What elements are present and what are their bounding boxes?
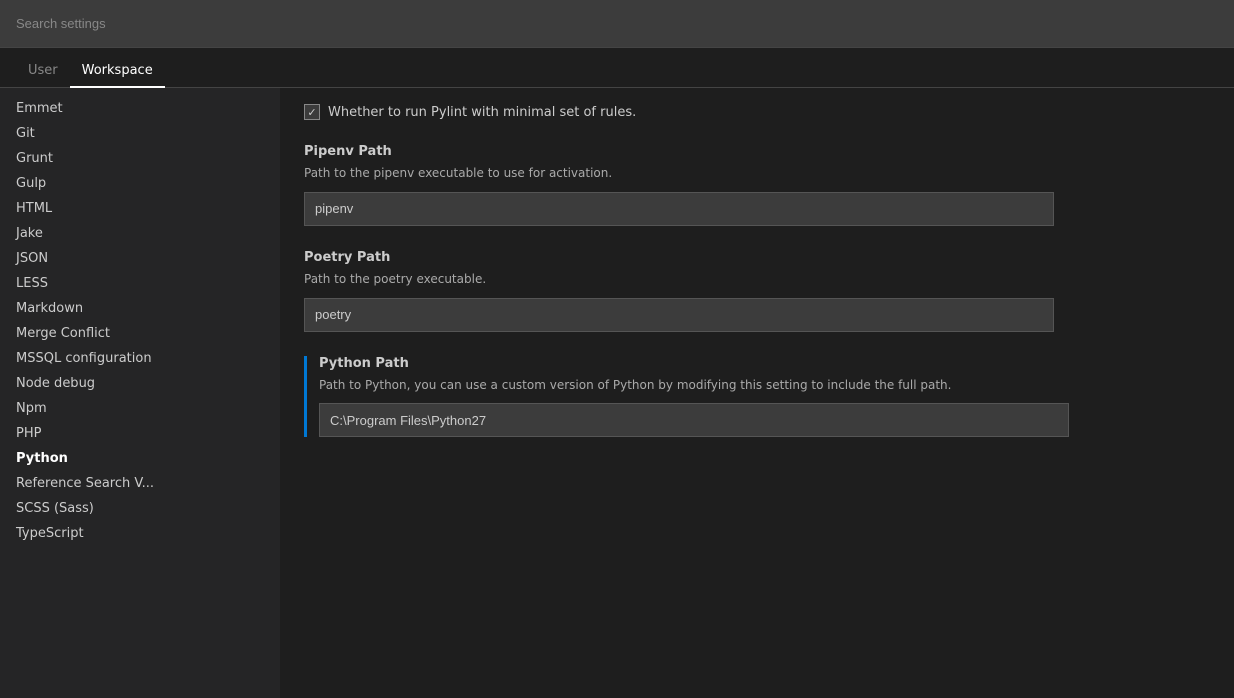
python-path-input[interactable] (319, 403, 1069, 437)
sidebar-item-gulp[interactable]: Gulp (0, 171, 280, 196)
content-area: Whether to run Pylint with minimal set o… (280, 88, 1234, 698)
sidebar-item-grunt[interactable]: Grunt (0, 146, 280, 171)
search-bar (0, 0, 1234, 48)
poetry-path-description: Path to the poetry executable. (304, 271, 1210, 288)
main-layout: Emmet Git Grunt Gulp HTML Jake JSON LESS… (0, 88, 1234, 698)
poetry-path-input[interactable] (304, 298, 1054, 332)
sidebar-item-php[interactable]: PHP (0, 421, 280, 446)
sidebar-item-node-debug[interactable]: Node debug (0, 371, 280, 396)
sidebar-item-reference-search[interactable]: Reference Search V... (0, 471, 280, 496)
sidebar-item-json[interactable]: JSON (0, 246, 280, 271)
sidebar-item-git[interactable]: Git (0, 121, 280, 146)
sidebar-item-npm[interactable]: Npm (0, 396, 280, 421)
pipenv-path-input[interactable] (304, 192, 1054, 226)
pipenv-path-description: Path to the pipenv executable to use for… (304, 165, 1210, 182)
sidebar-item-mssql[interactable]: MSSQL configuration (0, 346, 280, 371)
pylint-checkbox-row: Whether to run Pylint with minimal set o… (304, 104, 1210, 120)
python-path-section: Python Path Path to Python, you can use … (304, 356, 1210, 438)
sidebar-item-markdown[interactable]: Markdown (0, 296, 280, 321)
search-input[interactable] (0, 0, 1234, 47)
pipenv-path-title: Pipenv Path (304, 144, 1210, 159)
sidebar-item-html[interactable]: HTML (0, 196, 280, 221)
tabs-bar: User Workspace (0, 48, 1234, 88)
sidebar: Emmet Git Grunt Gulp HTML Jake JSON LESS… (0, 88, 280, 698)
poetry-path-title: Poetry Path (304, 250, 1210, 265)
sidebar-item-typescript[interactable]: TypeScript (0, 521, 280, 546)
pylint-checkbox-label: Whether to run Pylint with minimal set o… (328, 105, 636, 120)
pylint-checkbox[interactable] (304, 104, 320, 120)
sidebar-item-emmet[interactable]: Emmet (0, 96, 280, 121)
pipenv-path-section: Pipenv Path Path to the pipenv executabl… (304, 144, 1210, 226)
tab-user[interactable]: User (16, 55, 70, 88)
sidebar-item-less[interactable]: LESS (0, 271, 280, 296)
sidebar-item-jake[interactable]: Jake (0, 221, 280, 246)
poetry-path-section: Poetry Path Path to the poetry executabl… (304, 250, 1210, 332)
sidebar-item-scss[interactable]: SCSS (Sass) (0, 496, 280, 521)
tab-workspace[interactable]: Workspace (70, 55, 165, 88)
python-path-title: Python Path (319, 356, 1210, 371)
sidebar-item-merge-conflict[interactable]: Merge Conflict (0, 321, 280, 346)
sidebar-item-python[interactable]: Python (0, 446, 280, 471)
python-path-description: Path to Python, you can use a custom ver… (319, 377, 1210, 394)
